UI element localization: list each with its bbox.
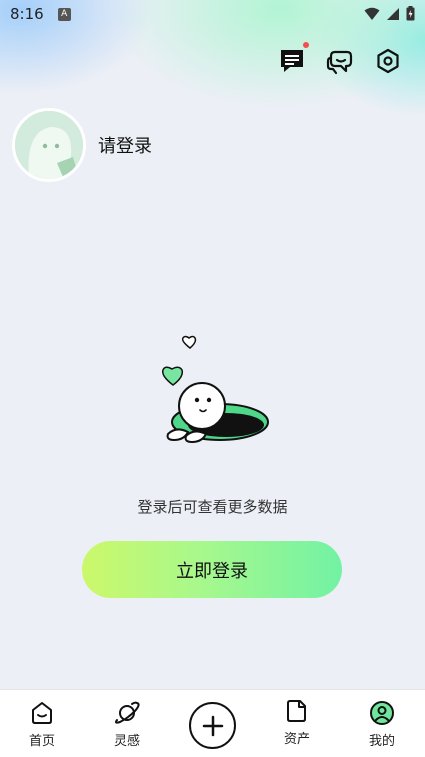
planet-icon	[115, 701, 140, 724]
chat-bubbles-icon	[326, 50, 353, 75]
home-icon	[32, 702, 52, 724]
battery-icon	[406, 6, 415, 21]
signal-icon	[387, 7, 399, 20]
header-actions	[277, 42, 403, 76]
large-heart-icon	[161, 366, 184, 386]
wifi-icon	[364, 7, 380, 20]
status-indicators	[364, 6, 415, 21]
notification-dot	[303, 42, 309, 48]
settings-button[interactable]	[373, 46, 403, 76]
default-avatar-icon	[15, 111, 83, 179]
settings-icon	[377, 48, 399, 74]
status-time: 8:16	[10, 5, 44, 23]
nav-item-mine[interactable]: 我的	[347, 700, 417, 749]
small-heart-icon	[181, 335, 197, 349]
login-prompt[interactable]: 请登录	[98, 132, 152, 158]
profile-icon	[370, 701, 394, 725]
nav-item-assets[interactable]: 资产	[262, 698, 332, 747]
bottom-nav: 首页 灵感 资产 我的	[0, 689, 425, 757]
nav-item-inspiration[interactable]: 灵感	[92, 700, 162, 749]
profile-header[interactable]: 请登录	[12, 108, 152, 182]
document-icon	[287, 700, 306, 722]
plus-icon	[202, 715, 223, 736]
nav-label-mine: 我的	[368, 734, 395, 749]
empty-state-illustration	[161, 335, 269, 444]
nav-label-home: 首页	[28, 734, 55, 749]
login-button[interactable]: 立即登录	[82, 541, 342, 598]
character-head	[178, 382, 226, 430]
nav-item-home[interactable]: 首页	[7, 700, 77, 749]
avatar[interactable]	[12, 108, 86, 182]
status-notification-icon: A	[57, 7, 71, 21]
status-bar: 8:16 A	[0, 0, 425, 28]
nav-label-inspiration: 灵感	[113, 734, 140, 749]
messages-button[interactable]	[277, 42, 309, 76]
message-icon	[281, 50, 303, 72]
add-button[interactable]	[189, 702, 236, 749]
community-button[interactable]	[325, 46, 355, 76]
nav-label-assets: 资产	[283, 732, 310, 747]
empty-state-hint: 登录后可查看更多数据	[137, 498, 288, 516]
